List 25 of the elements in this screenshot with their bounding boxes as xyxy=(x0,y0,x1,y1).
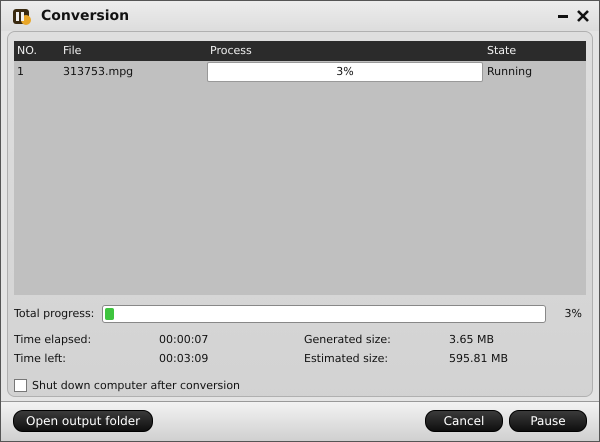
open-folder-button[interactable]: Open output folder xyxy=(13,410,154,432)
column-header: Process xyxy=(209,44,253,58)
column-header: File xyxy=(62,44,82,58)
dialog-button[interactable]: Cancel xyxy=(425,410,503,432)
stat-value: 00:00:07 xyxy=(159,332,210,346)
stat-label: Time elapsed: xyxy=(14,332,92,346)
checkbox[interactable] xyxy=(14,378,27,392)
dialog-button[interactable]: Pause xyxy=(509,410,587,432)
process-bar: 3% xyxy=(207,62,483,82)
total-progress-label: Total progress: xyxy=(14,307,94,320)
stat-value: 3.65 MB xyxy=(449,332,496,346)
table-cell-text: Running xyxy=(486,65,534,78)
column-header: State xyxy=(486,44,518,58)
stat-label: Time left: xyxy=(14,352,67,365)
column-header: NO. xyxy=(16,44,38,58)
progress-reading: 3% xyxy=(564,307,583,320)
stat-value: 00:03:09 xyxy=(159,352,210,365)
stat-value: 595.81 MB xyxy=(449,352,510,365)
window-title: Conversion xyxy=(41,8,130,24)
table-cell-text: 313753.mpg xyxy=(62,65,134,78)
close-icon[interactable] xyxy=(577,10,589,22)
checkbox-label: Shut down computer after conversion xyxy=(32,378,240,392)
stat-label: Generated size: xyxy=(304,332,392,346)
stat-label: Estimated size: xyxy=(304,352,390,365)
table-cell-text: 1 xyxy=(16,65,25,78)
